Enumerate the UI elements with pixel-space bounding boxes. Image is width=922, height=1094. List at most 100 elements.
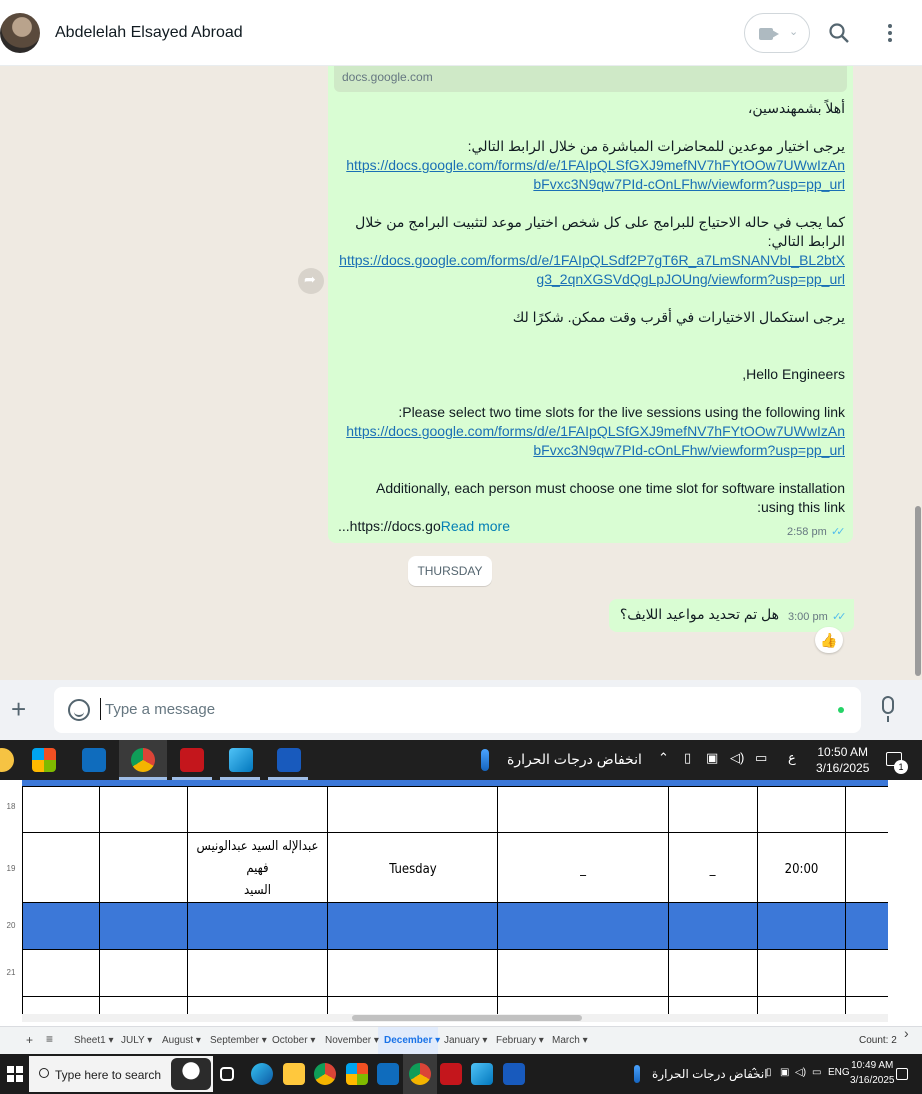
- row-number[interactable]: 19: [0, 864, 22, 873]
- tray-icon[interactable]: ▯: [684, 750, 691, 766]
- network-icon[interactable]: ▭: [812, 1067, 821, 1078]
- horizontal-scrollbar[interactable]: [22, 1014, 888, 1022]
- chevron-up-icon[interactable]: ⌃: [658, 750, 669, 766]
- store-icon[interactable]: [32, 748, 56, 772]
- row-number[interactable]: 18: [0, 802, 22, 811]
- sheet-tab[interactable]: September ▾: [210, 1035, 267, 1046]
- word-icon[interactable]: [503, 1063, 525, 1085]
- row-number[interactable]: 21: [0, 968, 22, 977]
- message-input[interactable]: Type a message: [54, 687, 861, 733]
- cell-value[interactable]: _: [498, 862, 668, 877]
- sheet-tab[interactable]: February ▾: [496, 1035, 544, 1046]
- file-explorer-icon[interactable]: [283, 1063, 305, 1085]
- reaction-badge[interactable]: 👍: [815, 627, 843, 653]
- sheet-tab-label: JULY: [121, 1035, 145, 1046]
- microphone-icon[interactable]: [882, 696, 894, 722]
- chevron-up-icon[interactable]: ⌃: [750, 1067, 758, 1078]
- sheet-tab-label: November: [325, 1035, 372, 1046]
- link-preview[interactable]: docs.google.com: [334, 66, 847, 92]
- add-sheet-button[interactable]: +: [26, 1033, 33, 1047]
- forward-icon[interactable]: [298, 268, 324, 294]
- input-language[interactable]: ENG: [828, 1067, 850, 1078]
- outlook-icon[interactable]: [377, 1063, 399, 1085]
- tray-icon[interactable]: ▣: [706, 750, 718, 766]
- acrobat-icon[interactable]: [440, 1063, 462, 1085]
- outgoing-message[interactable]: docs.google.com أهلاً بشمهندسين، يرجى اخ…: [328, 66, 853, 543]
- search-icon[interactable]: [828, 22, 850, 44]
- sheet-tab[interactable]: March ▾: [552, 1035, 588, 1046]
- edge-icon[interactable]: [251, 1063, 273, 1085]
- sheet-tab-label: September: [210, 1035, 259, 1046]
- sheet-tab[interactable]: Sheet1 ▾: [74, 1035, 114, 1046]
- cell-name[interactable]: عبدالإله السيد عبدالونيس فهيم السيد: [188, 836, 327, 902]
- day-divider: THURSDAY: [408, 556, 492, 586]
- photos-icon[interactable]: [229, 748, 253, 772]
- word-icon[interactable]: [277, 748, 301, 772]
- contact-avatar[interactable]: [0, 13, 40, 53]
- message-link[interactable]: bFvxc3N9qw7PId-cOnLFhw/viewform?usp=pp_u…: [533, 442, 845, 458]
- attach-plus-icon[interactable]: +: [11, 696, 26, 722]
- tray-icon[interactable]: ▣: [780, 1067, 789, 1078]
- row-number[interactable]: 20: [0, 921, 22, 930]
- sticker-icon[interactable]: [68, 699, 90, 721]
- cell-value[interactable]: _: [668, 862, 757, 877]
- input-language[interactable]: ع: [788, 750, 796, 766]
- search-icon: [39, 1068, 49, 1078]
- sheet-tab[interactable]: JULY ▾: [121, 1035, 152, 1046]
- notification-icon[interactable]: [896, 1068, 908, 1080]
- acrobat-icon[interactable]: [180, 748, 204, 772]
- sheet-tab-active[interactable]: December ▾: [384, 1035, 440, 1046]
- thermometer-icon: [634, 1065, 640, 1083]
- scrollbar-thumb[interactable]: [915, 506, 921, 676]
- weather-text[interactable]: انخفاض درجات الحرارة: [507, 751, 642, 768]
- message-link[interactable]: https://docs.google.com/forms/d/e/1FAIpQ…: [346, 423, 845, 439]
- all-sheets-menu-icon[interactable]: ≡: [46, 1032, 53, 1046]
- chat-messages[interactable]: docs.google.com أهلاً بشمهندسين، يرجى اخ…: [0, 66, 922, 680]
- chrome-icon[interactable]: [314, 1063, 336, 1085]
- cell-time[interactable]: 20:00: [757, 862, 846, 877]
- outgoing-message[interactable]: هل تم تحديد مواعيد اللايف؟ 3:00 pm ✓✓: [609, 599, 854, 632]
- cell-name-line2: السيد: [244, 883, 271, 898]
- outlook-icon[interactable]: [82, 748, 106, 772]
- read-more-link[interactable]: Read more: [441, 518, 510, 534]
- video-call-button[interactable]: ⌄: [744, 13, 810, 53]
- chevron-right-icon[interactable]: ›: [904, 1025, 909, 1041]
- spreadsheet-grid[interactable]: 18 19 عبدالإله السيد عبدالونيس فهيم السي…: [0, 780, 922, 1026]
- message-link[interactable]: g3_2qnXGSVdQgLpJOUng/viewform?usp=pp_url: [536, 271, 845, 287]
- windows-start-icon[interactable]: [7, 1066, 23, 1082]
- message-link[interactable]: https://docs.google.com/forms/d/e/1FAIpQ…: [346, 157, 845, 173]
- message-time: 2:58 pm: [787, 526, 827, 538]
- message-text: يرجى استكمال الاختيارات في أقرب وقت ممكن…: [512, 309, 845, 325]
- read-ticks-icon: ✓✓: [832, 611, 847, 623]
- tray-icon[interactable]: ▯: [766, 1067, 772, 1078]
- sheet-tab[interactable]: January ▾: [444, 1035, 487, 1046]
- chrome-icon[interactable]: [409, 1063, 431, 1085]
- contact-name[interactable]: Abdelelah Elsayed Abroad: [55, 24, 243, 42]
- volume-icon[interactable]: ◁): [730, 750, 744, 766]
- clock[interactable]: 10:49 AM 3/16/2025: [850, 1058, 895, 1088]
- sheet-tab[interactable]: August ▾: [162, 1035, 201, 1046]
- photos-icon[interactable]: [471, 1063, 493, 1085]
- store-icon[interactable]: [346, 1063, 368, 1085]
- menu-dots-icon[interactable]: [880, 22, 900, 44]
- message-text: Hello Engineers,: [742, 366, 845, 382]
- selected-row[interactable]: [22, 903, 888, 949]
- message-link[interactable]: https://docs.google.com/forms/d/e/1FAIpQ…: [339, 252, 845, 268]
- clock[interactable]: 10:50 AM 3/16/2025: [816, 744, 869, 776]
- scrollbar-thumb[interactable]: [352, 1015, 582, 1021]
- cell-day[interactable]: Tuesday: [328, 862, 498, 877]
- chat-scrollbar[interactable]: [914, 66, 922, 680]
- notification-count: 1: [894, 760, 908, 774]
- sheet-tab[interactable]: October ▾: [272, 1035, 315, 1046]
- clock-time: 10:49 AM: [851, 1060, 894, 1071]
- volume-icon[interactable]: ◁): [795, 1067, 806, 1078]
- network-icon[interactable]: ▭: [755, 750, 767, 766]
- search-highlight-image: [171, 1058, 211, 1090]
- chrome-icon[interactable]: [131, 748, 155, 772]
- task-view-icon[interactable]: [220, 1067, 234, 1081]
- sheet-tab[interactable]: November ▾: [325, 1035, 379, 1046]
- message-truncated: https://docs.go... https://docs.go...Rea…: [338, 518, 510, 534]
- app-icon[interactable]: [0, 748, 14, 772]
- taskbar-search[interactable]: Type here to search: [29, 1056, 213, 1092]
- message-link[interactable]: bFvxc3N9qw7PId-cOnLFhw/viewform?usp=pp_u…: [533, 176, 845, 192]
